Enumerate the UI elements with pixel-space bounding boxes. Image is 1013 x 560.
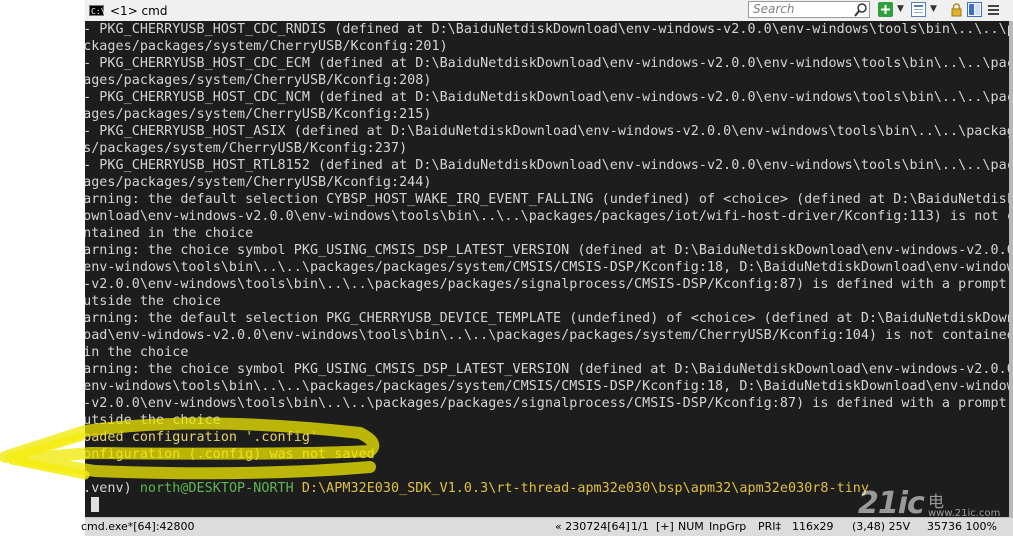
window-list-dropdown-icon[interactable]: ▼	[930, 4, 937, 14]
status-num: NUM	[678, 520, 704, 533]
terminal-line: ontained in the choice	[85, 226, 254, 241]
console-tab[interactable]: C:\ <1> cmd	[89, 2, 167, 19]
terminal-line: Configuration (.config) was not saved	[85, 447, 375, 462]
terminal-line: \env-windows\tools\bin\..\..\packages/pa…	[85, 260, 1009, 275]
status-bar: cmd.exe*[64]:42800 « 230724[64] 1/1 [+] …	[81, 517, 1013, 536]
terminal-line: warning: the choice symbol PKG_USING_CMS…	[85, 243, 1009, 258]
status-inpgrp: InpGrp	[709, 520, 747, 533]
title-bar: C:\ <1> cmd Search ▼ ▼	[85, 0, 1013, 22]
cmd-console-icon: C:\	[89, 5, 106, 16]
text-cursor	[91, 497, 100, 512]
status-process: cmd.exe*[64]:42800	[81, 520, 195, 533]
vertical-scrollbar[interactable]	[1009, 21, 1013, 517]
terminal-line: Download\env-windows-v2.0.0\env-windows\…	[85, 209, 1009, 224]
new-console-icon[interactable]	[878, 2, 893, 17]
terminal-line: kages/packages/system/CherryUSB/Kconfig:…	[85, 107, 432, 122]
terminal-line: - PKG_CHERRYUSB_HOST_CDC_NCM (defined at…	[85, 90, 1009, 105]
terminal-line: - PKG_CHERRYUSB_HOST_CDC_ECM (defined at…	[85, 56, 1009, 71]
terminal-line: kages/packages/system/CherryUSB/Kconfig:…	[85, 175, 432, 190]
terminal-line: Loaded configuration '.config'	[85, 430, 319, 445]
search-icon[interactable]	[853, 2, 869, 18]
terminal-output[interactable]: - PKG_CHERRYUSB_HOST_CDC_RNDIS (defined …	[85, 21, 1009, 517]
search-input[interactable]: Search	[748, 1, 870, 18]
terminal-line: outside the choice	[85, 413, 221, 428]
terminal-line: warning: the default selection PKG_CHERR…	[85, 311, 1009, 326]
terminal-line: load\env-windows-v2.0.0\env-windows\tool…	[85, 328, 1009, 343]
scrollbar-thumb[interactable]	[1009, 21, 1013, 517]
status-size: 116x29	[792, 520, 834, 533]
input-line[interactable]: $	[85, 497, 100, 514]
status-pri: PRI‡	[758, 520, 782, 533]
prompt-venv: (.venv)	[85, 481, 132, 496]
menu-icon[interactable]	[986, 2, 1001, 17]
terminal-line: warning: the default selection CYBSP_HOS…	[85, 192, 1009, 207]
prompt-line: (.venv) north@DESKTOP-NORTH D:\APM32E030…	[85, 480, 869, 497]
status-mode: [+]	[656, 520, 674, 533]
tab-label: <1> cmd	[110, 3, 168, 18]
prompt-path: D:\APM32E030_SDK_V1.0.3\rt-thread-apm32e…	[301, 481, 870, 496]
desktop-background	[0, 0, 85, 536]
terminal-line: ackages/packages/system/CherryUSB/Kconfi…	[85, 39, 448, 54]
prompt-user-host: north@DESKTOP-NORTH	[139, 481, 302, 496]
terminal-line: \env-windows\tools\bin\..\..\packages/pa…	[85, 379, 1009, 394]
terminal-line: outside the choice	[85, 294, 221, 309]
terminal-line: - PKG_CHERRYUSB_HOST_CDC_RNDIS (defined …	[85, 22, 1009, 37]
status-cursor-pos: (3,48) 25V	[852, 520, 911, 533]
lock-icon[interactable]	[949, 2, 964, 17]
terminal-line: warning: the choice symbol PKG_USING_CMS…	[85, 362, 1009, 377]
new-console-dropdown-icon[interactable]: ▼	[897, 4, 904, 14]
window-list-icon[interactable]	[911, 2, 926, 17]
terminal-line: es/packages/system/CherryUSB/Kconfig:237…	[85, 141, 408, 156]
status-build: « 230724[64]	[555, 520, 630, 533]
terminal-line: s-v2.0.0\env-windows\tools\bin\..\..\pac…	[85, 277, 1007, 292]
status-pid-zoom: 35736 100%	[927, 520, 997, 533]
status-pages: 1/1	[631, 520, 649, 533]
terminal-line: - PKG_CHERRYUSB_HOST_ASIX (defined at D:…	[85, 124, 1009, 139]
terminal-line: in the choice	[85, 345, 189, 360]
terminal-line: s-v2.0.0\env-windows\tools\bin\..\..\pac…	[85, 396, 1007, 411]
terminal-line: kages/packages/system/CherryUSB/Kconfig:…	[85, 73, 432, 88]
split-view-icon[interactable]	[967, 2, 982, 17]
terminal-line: - PKG_CHERRYUSB_HOST_RTL8152 (defined at…	[85, 158, 1009, 173]
